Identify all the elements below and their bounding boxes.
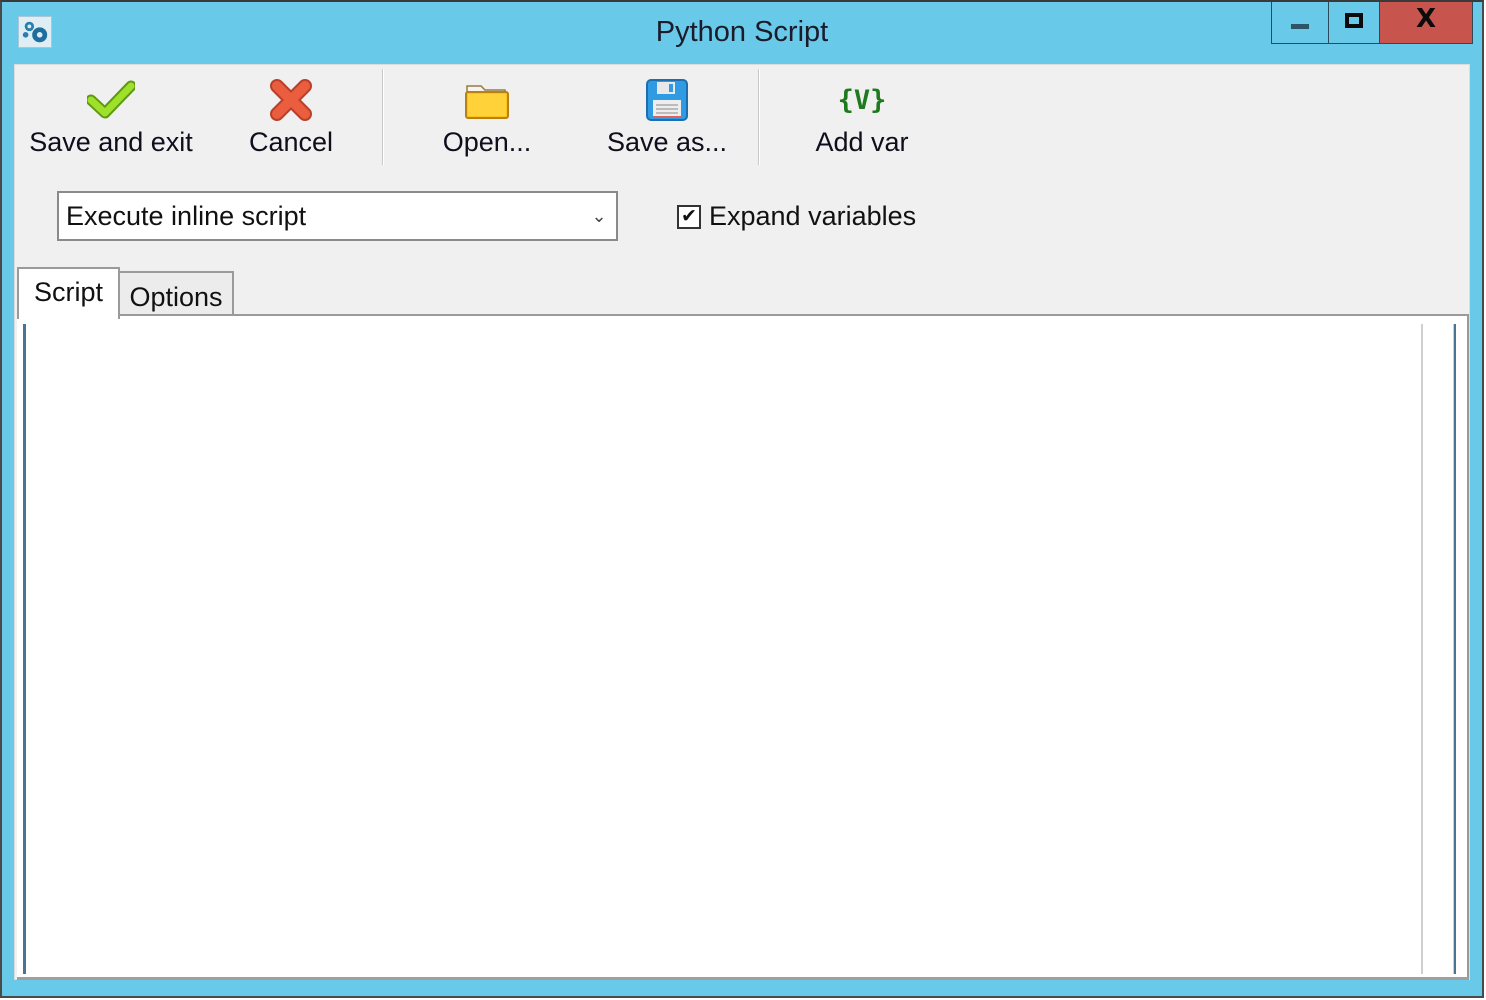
- save-and-exit-button[interactable]: Save and exit: [27, 69, 195, 165]
- save-as-button[interactable]: Save as...: [605, 69, 729, 165]
- variable-icon: {V}: [837, 75, 887, 125]
- floppy-disk-icon: [642, 75, 692, 125]
- checkbox-checked-icon[interactable]: ✔: [677, 204, 701, 229]
- script-mode-select[interactable]: Execute inline script ⌄: [57, 191, 618, 241]
- add-var-button[interactable]: {V} Add var: [805, 69, 919, 165]
- chevron-down-icon: ⌄: [591, 205, 607, 227]
- script-editor[interactable]: [23, 324, 1423, 974]
- script-mode-value: Execute inline script: [66, 200, 307, 231]
- variable-glyph: {V}: [837, 84, 887, 116]
- dialog-client-area: Save and exit Cancel Open... Save as... …: [14, 64, 1470, 980]
- tab-options[interactable]: Options: [118, 271, 234, 317]
- expand-variables-label: Expand variables: [709, 201, 917, 231]
- minimize-button[interactable]: [1271, 2, 1329, 44]
- folder-icon: [462, 75, 512, 125]
- save-as-label: Save as...: [606, 127, 728, 157]
- red-x-icon: [266, 75, 316, 125]
- editor-margin-line: [1421, 324, 1423, 974]
- toolbar: Save and exit Cancel Open... Save as... …: [15, 65, 1469, 169]
- close-button[interactable]: X: [1379, 2, 1473, 44]
- open-button[interactable]: Open...: [435, 69, 539, 165]
- editor-scrollbar[interactable]: [1453, 324, 1456, 974]
- open-label: Open...: [442, 127, 532, 157]
- save-and-exit-label: Save and exit: [29, 127, 193, 157]
- cancel-label: Cancel: [248, 127, 334, 157]
- title-bar[interactable]: Python Script X: [2, 2, 1482, 64]
- toolbar-separator: [382, 69, 384, 165]
- add-var-label: Add var: [815, 127, 909, 157]
- minimize-icon: [1291, 24, 1309, 29]
- tab-script[interactable]: Script: [17, 267, 120, 319]
- toolbar-separator: [758, 69, 760, 165]
- window-title: Python Script: [655, 16, 829, 48]
- maximize-button[interactable]: [1328, 2, 1380, 44]
- cancel-button[interactable]: Cancel: [243, 69, 339, 165]
- maximize-icon: [1345, 13, 1363, 28]
- python-script-window: Python Script X Save and exit Cancel Ope…: [0, 0, 1484, 998]
- close-icon: X: [1415, 3, 1437, 34]
- expand-variables-checkbox[interactable]: ✔ Expand variables: [677, 201, 916, 232]
- checkmark-icon: [86, 75, 136, 125]
- script-tab-panel: [17, 314, 1469, 980]
